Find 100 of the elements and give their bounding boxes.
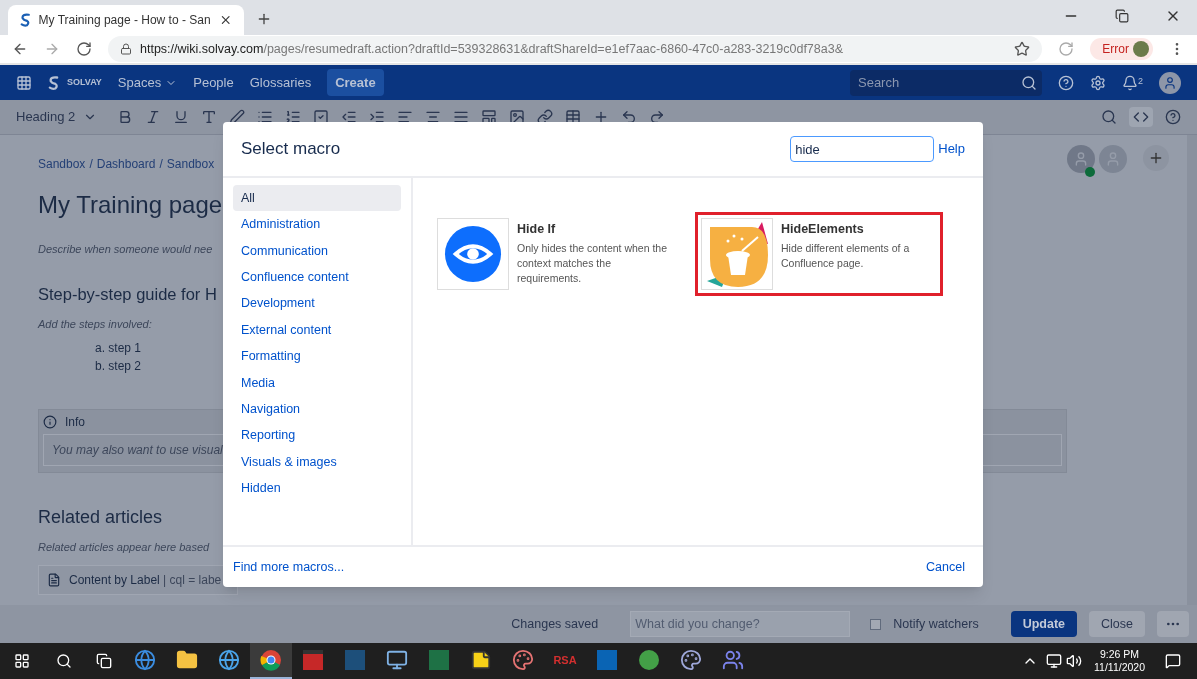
app-label: RSA — [553, 652, 577, 668]
macro-item[interactable]: Hide If Only hides the content when the context matches the requirements. — [431, 212, 679, 296]
source-button[interactable] — [1129, 107, 1153, 127]
breadcrumb-link[interactable]: Dashboard — [96, 155, 156, 173]
nav-item[interactable]: Spaces — [117, 72, 178, 93]
table-icon[interactable] — [565, 109, 582, 125]
sticky-note-icon — [470, 649, 492, 671]
category-item[interactable]: Formatting — [233, 343, 401, 370]
comment-field[interactable]: What did you change? — [630, 611, 851, 637]
people-icon — [722, 649, 744, 671]
cancel-link[interactable]: Cancel — [926, 557, 965, 577]
link-icon[interactable] — [537, 109, 554, 125]
monitor-icon — [386, 649, 408, 671]
browser-tab[interactable]: My Training page - How to - San — [8, 5, 244, 35]
back-icon[interactable] — [12, 41, 28, 57]
bell-icon — [1122, 74, 1138, 91]
list-item: b. step 2 — [95, 357, 142, 375]
folder-icon — [176, 649, 198, 671]
app-switcher-icon[interactable] — [16, 74, 32, 91]
align-right-icon[interactable] — [453, 109, 470, 125]
search-field[interactable]: Search — [850, 69, 1016, 96]
layout-icon[interactable] — [481, 109, 498, 125]
format-icon[interactable] — [229, 109, 246, 125]
category-item[interactable]: Confluence content — [233, 264, 401, 291]
palette-icon — [680, 649, 702, 671]
app-icon — [345, 650, 365, 670]
mail-icon — [597, 650, 617, 670]
category-item[interactable]: All — [233, 185, 401, 212]
address-field[interactable]: https://wiki.solvay.com/pages/resumedraft.action?draftId=539328631&draftShareId=e1ef7aac-6860-47c0-a283-3219c0df78a3& — [108, 36, 1043, 62]
text-color-icon[interactable] — [201, 109, 218, 125]
browser-icon — [134, 649, 156, 671]
macro-label: Content by Label | cql = labe — [69, 572, 222, 590]
list-item: a. step 1 — [95, 339, 142, 357]
category-item[interactable]: Communication — [233, 237, 401, 265]
find-more-link[interactable]: Find more macros... — [233, 557, 345, 577]
section-heading: Step-by-step guide for H — [38, 283, 217, 305]
macro-search-field[interactable]: hide — [790, 136, 935, 162]
eye-icon — [444, 225, 502, 283]
numbered-list-icon[interactable] — [285, 109, 302, 125]
reload-icon[interactable] — [76, 41, 92, 57]
underline-icon[interactable] — [173, 109, 190, 125]
category-item[interactable]: Media — [233, 369, 401, 397]
category-item[interactable]: Navigation — [233, 396, 401, 423]
add-button[interactable] — [1143, 145, 1169, 171]
breadcrumb-link[interactable]: Sandbox — [166, 155, 215, 173]
spreadsheet-icon — [429, 650, 449, 670]
avatar[interactable] — [1159, 71, 1181, 94]
checkbox[interactable] — [870, 618, 882, 630]
volume-icon[interactable] — [1066, 653, 1082, 669]
section-heading: Related articles — [38, 505, 163, 529]
category-item[interactable]: External content — [233, 316, 401, 344]
create-button[interactable]: Create — [327, 68, 384, 97]
info-icon — [43, 414, 57, 429]
notification-count: 2 — [1138, 74, 1143, 88]
category-item[interactable]: Development — [233, 290, 401, 317]
browser-icon — [218, 649, 240, 671]
macro-description: Hide different elements of a Confluence page. — [781, 240, 911, 271]
restore-icon[interactable] — [1115, 9, 1129, 23]
close-button[interactable]: Close — [1089, 611, 1145, 637]
page-icon — [47, 573, 61, 588]
indent-icon[interactable] — [369, 109, 386, 125]
align-center-icon[interactable] — [425, 109, 442, 125]
bullet-list-icon[interactable] — [257, 109, 274, 125]
app-icon — [303, 650, 323, 670]
logo-text[interactable]: SOLVAY — [67, 75, 102, 90]
style-dropdown[interactable]: Heading 2 — [16, 107, 106, 127]
network-icon[interactable] — [1046, 653, 1062, 669]
search-icon — [56, 653, 72, 669]
help-icon[interactable] — [1058, 74, 1074, 91]
update-button[interactable]: Update — [1010, 611, 1078, 637]
new-tab-icon[interactable] — [256, 11, 272, 27]
clock[interactable]: 9:26 PM 11/11/2020 — [1090, 648, 1149, 674]
checkbox-label: Notify watchers — [893, 615, 979, 633]
outdent-icon[interactable] — [341, 109, 358, 125]
help-icon[interactable] — [1165, 109, 1181, 125]
breadcrumb-link[interactable]: Sandbox — [38, 155, 86, 173]
macro-item[interactable]: HideElements Hide different elements of a Confluence page. — [695, 212, 943, 296]
align-left-icon[interactable] — [397, 109, 414, 125]
category-item[interactable]: Hidden — [233, 475, 401, 502]
palette-icon — [512, 649, 534, 671]
placeholder-text: Related articles appear here based — [38, 539, 210, 555]
notifications-icon[interactable] — [1165, 653, 1181, 669]
bookmark-star-icon[interactable] — [1014, 41, 1031, 57]
browser-icon — [260, 649, 282, 671]
help-link[interactable]: Help — [938, 139, 965, 159]
taskbar-app[interactable] — [250, 643, 292, 679]
placeholder-text: Add the steps involved: — [38, 317, 152, 333]
search-button[interactable] — [1016, 69, 1042, 96]
logo-icon — [48, 74, 59, 91]
notifications[interactable]: 2 — [1122, 74, 1143, 91]
user-icon — [1073, 151, 1089, 167]
nav-item[interactable]: Glossaries — [249, 72, 312, 93]
category-item[interactable]: Administration — [233, 211, 401, 238]
settings-icon[interactable] — [1090, 74, 1106, 91]
nav-item[interactable]: People — [193, 72, 234, 93]
error-button[interactable]: Error — [1090, 38, 1153, 60]
search-icon[interactable] — [1101, 109, 1117, 125]
macro-name: Hide If — [517, 221, 557, 238]
page-title[interactable]: My Training page — [38, 187, 223, 223]
placeholder-text: Describe when someone would nee — [38, 242, 213, 257]
